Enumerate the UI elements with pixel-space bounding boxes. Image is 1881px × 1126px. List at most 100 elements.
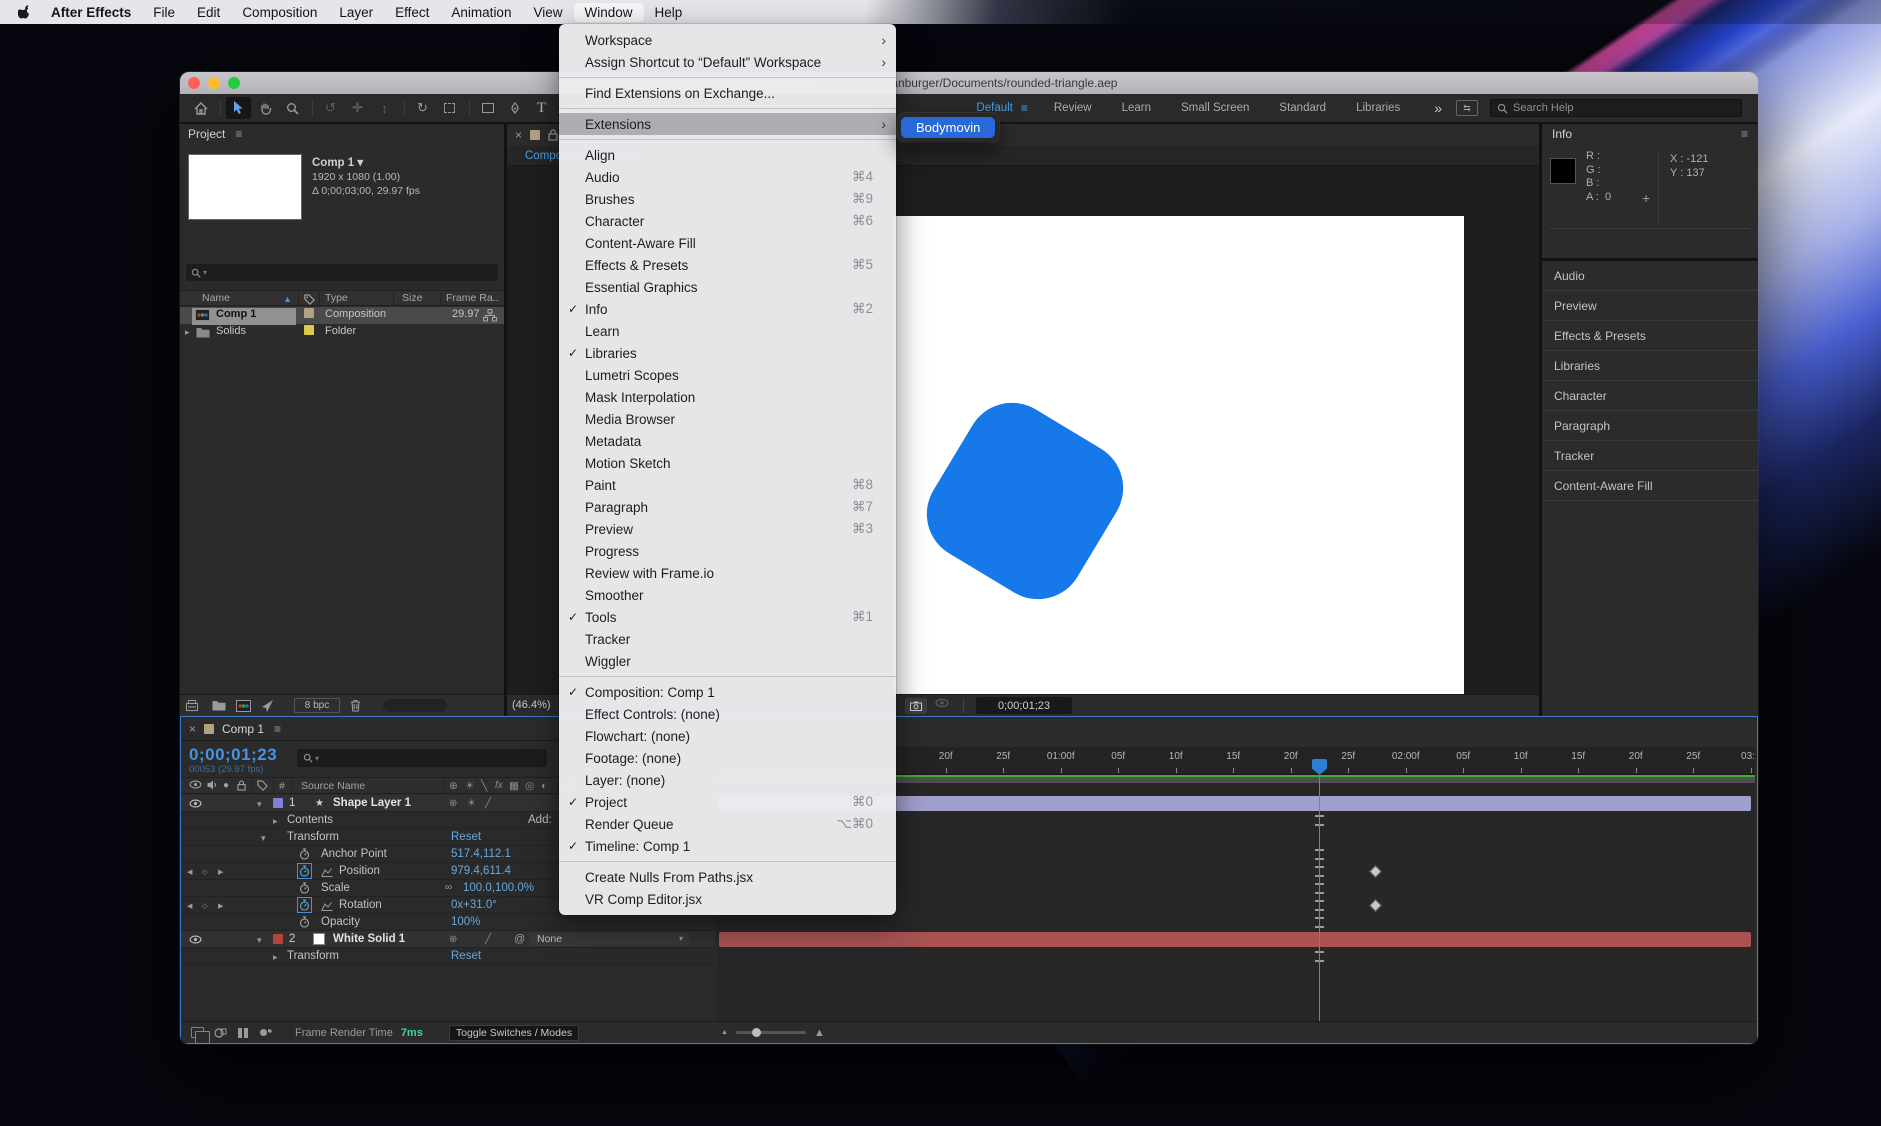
menubar-item[interactable]: Help xyxy=(644,3,694,22)
property-value[interactable]: 100% xyxy=(451,916,480,928)
layer-bar-white-solid[interactable] xyxy=(719,932,1751,947)
quality-switch[interactable]: ╱ xyxy=(485,934,491,945)
previous-keyframe-icon[interactable]: ◀ xyxy=(187,902,192,910)
shy-column-icon[interactable]: ⊕ xyxy=(449,780,458,792)
zoom-slider-knob[interactable] xyxy=(752,1028,761,1037)
group-label[interactable]: Contents xyxy=(287,814,333,826)
collapse-chevron[interactable]: ▾ xyxy=(257,799,262,810)
search-help-input[interactable] xyxy=(1513,102,1735,114)
shy-layers-icon[interactable] xyxy=(237,1027,249,1039)
new-composition-icon[interactable] xyxy=(236,700,251,712)
project-settings-icon[interactable] xyxy=(261,700,274,712)
project-tab[interactable]: Project xyxy=(188,127,225,141)
playhead-line[interactable] xyxy=(1319,775,1320,1021)
ruler-tick[interactable]: 20f xyxy=(1262,751,1320,773)
eye-column-icon[interactable] xyxy=(189,780,202,789)
property-label[interactable]: Anchor Point xyxy=(321,848,387,860)
group-label[interactable]: Transform xyxy=(287,831,339,843)
rectangle-tool[interactable] xyxy=(475,97,500,119)
ruler-tick[interactable]: 01:00f xyxy=(1032,751,1090,773)
menu-item[interactable]: Metadata xyxy=(559,430,896,452)
menu-item[interactable] xyxy=(559,139,896,140)
menu-item[interactable]: Learn xyxy=(559,320,896,342)
zoom-in-mountain-icon[interactable]: ▲ xyxy=(814,1027,825,1039)
parent-pickwhip-icon[interactable]: @ xyxy=(514,933,525,945)
preview-time[interactable]: 0;00;01;23 xyxy=(976,697,1072,714)
collapsed-panel-tab[interactable]: Audio xyxy=(1542,261,1758,291)
index-column[interactable]: # xyxy=(279,780,285,792)
ruler-tick[interactable]: 02:00f xyxy=(1377,751,1435,773)
menu-item[interactable]: Footage: (none) xyxy=(559,747,896,769)
menu-item[interactable] xyxy=(559,676,896,677)
menu-item[interactable]: Review with Frame.io xyxy=(559,562,896,584)
menu-item[interactable]: ✓ Timeline: Comp 1 xyxy=(559,835,896,857)
pan-camera-tool[interactable]: ✛ xyxy=(345,97,370,119)
menubar-item[interactable]: Composition xyxy=(231,3,328,22)
constrain-proportions-icon[interactable]: ∞ xyxy=(445,882,452,893)
take-snapshot-button[interactable] xyxy=(905,698,927,714)
label-color-column-icon[interactable] xyxy=(304,294,315,305)
panel-menu-icon[interactable]: ≡ xyxy=(274,722,281,736)
parent-dropdown[interactable]: None ▾ xyxy=(529,933,689,946)
next-keyframe-icon[interactable]: ▶ xyxy=(218,902,223,910)
collapsed-panel-tab[interactable]: Content-Aware Fill xyxy=(1542,471,1758,501)
expand-chevron[interactable]: ▸ xyxy=(273,816,278,827)
menu-item[interactable] xyxy=(559,861,896,862)
timeline-zoom-slider[interactable]: ▲ ▲ xyxy=(721,1027,825,1039)
adjustment-column-icon[interactable]: ◎ xyxy=(525,780,534,792)
eye-icon[interactable] xyxy=(189,935,202,944)
menu-item[interactable]: Align xyxy=(559,144,896,166)
ruler-tick[interactable]: 05f xyxy=(1090,751,1148,773)
quality-column-icon[interactable]: ╲ xyxy=(481,780,487,792)
menu-item[interactable]: Extensions › xyxy=(559,113,896,135)
magnification-value[interactable]: (46.4%) xyxy=(512,699,551,711)
audio-column-icon[interactable] xyxy=(207,780,217,790)
composition-mini-flowchart-icon[interactable] xyxy=(191,1027,204,1038)
current-timecode[interactable]: 0;00;01;23 xyxy=(189,745,277,765)
menubar-item[interactable]: Window xyxy=(574,3,644,22)
property-value[interactable]: 0x+31.0° xyxy=(451,899,497,911)
motion-blur-column-icon[interactable]: ▦ xyxy=(509,780,519,792)
quality-switch[interactable]: ╱ xyxy=(485,798,491,809)
ruler-tick[interactable]: 15f xyxy=(1550,751,1608,773)
menu-item[interactable]: Wiggler xyxy=(559,650,896,672)
show-snapshot-icon[interactable] xyxy=(935,698,949,711)
menu-item[interactable]: Effect Controls: (none) xyxy=(559,703,896,725)
apple-menu-icon[interactable] xyxy=(14,4,36,20)
graph-icon[interactable] xyxy=(321,901,333,911)
flowchart-icon[interactable] xyxy=(483,309,497,322)
timeline-search[interactable]: ▾ xyxy=(297,749,547,767)
menu-item[interactable]: Character ⌘6 xyxy=(559,210,896,232)
dolly-camera-tool[interactable]: ↕ xyxy=(372,97,397,119)
source-name-column[interactable]: Source Name xyxy=(301,780,365,792)
region-of-interest-tool[interactable] xyxy=(437,97,462,119)
selection-tool[interactable] xyxy=(226,97,251,119)
menu-item[interactable]: ✓ Libraries xyxy=(559,342,896,364)
property-value[interactable]: 100.0,100.0% xyxy=(463,882,534,894)
menu-item[interactable]: Lumetri Scopes xyxy=(559,364,896,386)
layer-label-color[interactable] xyxy=(273,798,283,808)
layer-name[interactable]: Shape Layer 1 xyxy=(333,797,411,809)
workspace-tab[interactable]: Standard xyxy=(1279,102,1326,114)
composition-canvas[interactable] xyxy=(894,216,1464,694)
menu-item[interactable]: Essential Graphics xyxy=(559,276,896,298)
draft-3d-icon[interactable] xyxy=(214,1027,227,1039)
home-tool[interactable] xyxy=(188,97,213,119)
menu-item[interactable]: Tracker xyxy=(559,628,896,650)
transform-row-solid[interactable]: ▸ Transform Reset xyxy=(181,948,715,965)
menu-item[interactable]: Media Browser xyxy=(559,408,896,430)
expand-chevron[interactable]: ▸ xyxy=(273,952,278,963)
manage-workspaces-icon[interactable]: ⇆ xyxy=(1456,100,1478,116)
add-keyframe-icon[interactable]: ◇ xyxy=(202,902,207,910)
zoom-slider-track[interactable] xyxy=(736,1031,806,1034)
frame-blending-icon[interactable] xyxy=(259,1027,273,1038)
3d-column-icon[interactable]: ◐ xyxy=(541,780,547,792)
property-value[interactable]: 979.4,611.4 xyxy=(451,865,511,877)
label-color-swatch[interactable] xyxy=(304,308,314,318)
workspace-tab[interactable]: Review xyxy=(1054,102,1092,114)
ruler-tick[interactable]: 25f xyxy=(975,751,1033,773)
stopwatch-icon[interactable] xyxy=(299,848,310,860)
menubar-item[interactable]: After Effects xyxy=(40,3,142,22)
workspace-tab[interactable]: Learn xyxy=(1122,102,1151,114)
ruler-tick[interactable]: 20f xyxy=(917,751,975,773)
